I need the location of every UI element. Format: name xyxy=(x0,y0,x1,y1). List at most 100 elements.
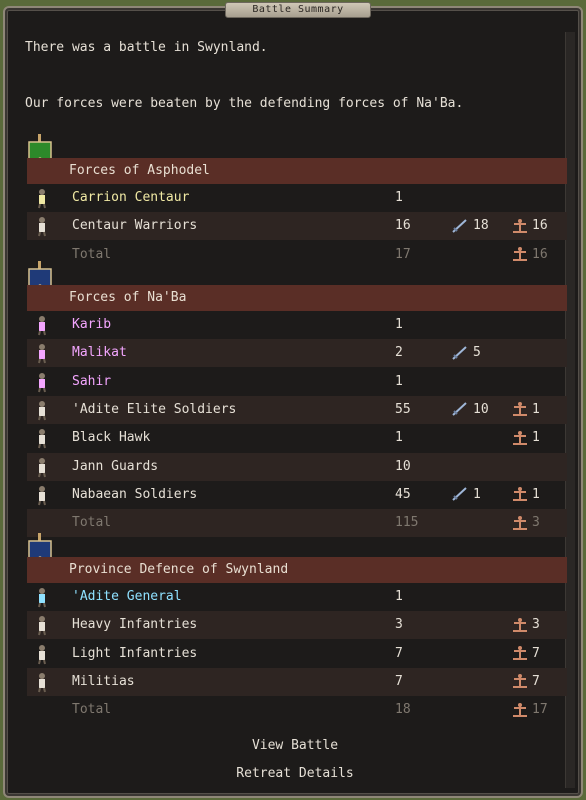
unit-name: Sahir xyxy=(72,373,112,389)
unit-icon xyxy=(31,484,53,506)
unit-row[interactable]: Centaur Warriors 16 18 16 xyxy=(27,212,567,241)
total-casualty-stat: 16 xyxy=(511,241,548,269)
unit-count: 1 xyxy=(395,373,403,389)
unit-count: 3 xyxy=(395,617,403,633)
attack-stat: 18 xyxy=(451,212,489,240)
attack-value: 10 xyxy=(473,401,489,417)
total-count: 115 xyxy=(395,515,419,531)
casualty-stat: 7 xyxy=(511,668,540,696)
total-casualty-value: 17 xyxy=(532,702,548,718)
total-row: Total 115 3 xyxy=(27,509,567,538)
unit-count: 10 xyxy=(395,458,411,474)
unit-row[interactable]: Carrion Centaur 1 xyxy=(27,184,567,212)
casualty-value: 7 xyxy=(532,645,540,661)
unit-count: 16 xyxy=(395,218,411,234)
battle-summary-window: Battle Summary There was a battle in Swy… xyxy=(3,2,585,798)
total-row: Total 17 16 xyxy=(27,241,567,269)
attack-value: 5 xyxy=(473,345,481,361)
group-title: Forces of Asphodel xyxy=(69,163,210,178)
retreat-details-button[interactable]: Retreat Details xyxy=(5,766,585,781)
total-label: Total xyxy=(72,246,112,262)
unit-icon xyxy=(31,314,53,336)
casualty-value: 16 xyxy=(532,218,548,234)
unit-count: 1 xyxy=(395,589,403,604)
casualty-icon xyxy=(513,674,527,689)
total-label: Total xyxy=(72,702,112,718)
unit-row[interactable]: 'Adite General 1 xyxy=(27,583,567,611)
unit-icon xyxy=(31,187,53,209)
unit-name: 'Adite General xyxy=(72,589,182,604)
unit-count: 7 xyxy=(395,673,403,689)
unit-icon xyxy=(31,371,53,393)
unit-name: Centaur Warriors xyxy=(72,218,198,234)
unit-count: 1 xyxy=(395,317,403,332)
window-title: Battle Summary xyxy=(225,2,371,18)
total-count: 17 xyxy=(395,246,411,262)
unit-row[interactable]: Militias 7 7 xyxy=(27,667,567,696)
view-battle-button[interactable]: View Battle xyxy=(5,738,585,753)
casualty-stat: 1 xyxy=(511,481,540,509)
unit-icon xyxy=(31,614,53,636)
unit-row[interactable]: Sahir 1 xyxy=(27,368,567,396)
casualty-value: 1 xyxy=(532,401,540,417)
battle-location-text: There was a battle in Swynland. xyxy=(25,40,268,55)
casualty-icon xyxy=(513,430,527,445)
casualty-value: 1 xyxy=(532,486,540,502)
unit-count: 45 xyxy=(395,486,411,502)
unit-row[interactable]: Jann Guards 10 xyxy=(27,452,567,481)
casualty-icon xyxy=(513,402,527,417)
unit-name: Black Hawk xyxy=(72,430,151,446)
total-label: Total xyxy=(72,515,112,531)
casualty-stat: 3 xyxy=(511,611,540,639)
unit-icon xyxy=(31,456,53,478)
casualty-icon xyxy=(513,617,527,632)
attack-value: 18 xyxy=(473,218,489,234)
sword-icon xyxy=(452,346,467,360)
total-row: Total 18 17 xyxy=(27,696,567,724)
unit-count: 55 xyxy=(395,401,411,417)
casualty-icon xyxy=(513,515,527,530)
casualty-icon xyxy=(513,702,527,717)
sword-icon xyxy=(452,402,467,417)
battle-outcome-text: Our forces were beaten by the defending … xyxy=(25,96,464,111)
group-header: Province Defence of Swynland xyxy=(27,557,567,583)
casualty-icon xyxy=(513,247,527,262)
unit-row[interactable]: Malikat 2 5 xyxy=(27,339,567,368)
casualty-value: 7 xyxy=(532,673,540,689)
total-casualty-stat: 3 xyxy=(511,509,540,537)
attack-stat: 5 xyxy=(451,339,481,367)
unit-name: 'Adite Elite Soldiers xyxy=(72,401,237,417)
unit-name: Nabaean Soldiers xyxy=(72,486,198,502)
unit-name: Karib xyxy=(72,317,112,332)
unit-row[interactable]: Black Hawk 1 1 xyxy=(27,424,567,452)
casualty-icon xyxy=(513,646,527,661)
casualty-stat: 1 xyxy=(511,424,540,452)
unit-icon xyxy=(31,215,53,237)
total-casualty-stat: 17 xyxy=(511,696,548,724)
unit-row[interactable]: 'Adite Elite Soldiers 55 10 1 xyxy=(27,395,567,424)
group-title: Forces of Na'Ba xyxy=(69,290,187,305)
unit-name: Light Infantries xyxy=(72,645,198,661)
unit-name: Heavy Infantries xyxy=(72,617,198,633)
sword-icon xyxy=(452,219,467,233)
casualty-stat: 1 xyxy=(511,396,540,424)
casualty-stat: 7 xyxy=(511,640,540,668)
total-casualty-value: 16 xyxy=(532,246,548,262)
unit-icon xyxy=(31,671,53,693)
casualty-icon xyxy=(513,218,527,233)
unit-row[interactable]: Light Infantries 7 7 xyxy=(27,640,567,668)
unit-row[interactable]: Heavy Infantries 3 3 xyxy=(27,611,567,640)
unit-count: 1 xyxy=(395,430,403,446)
unit-name: Malikat xyxy=(72,345,127,361)
casualty-value: 3 xyxy=(532,617,540,633)
unit-row[interactable]: Nabaean Soldiers 45 1 1 xyxy=(27,481,567,509)
unit-row[interactable]: Karib 1 xyxy=(27,311,567,339)
total-count: 18 xyxy=(395,702,411,718)
unit-count: 2 xyxy=(395,345,403,361)
unit-name: Militias xyxy=(72,673,135,689)
unit-icon xyxy=(31,643,53,665)
unit-count: 7 xyxy=(395,645,403,661)
attack-value: 1 xyxy=(473,486,481,502)
group-header: Forces of Asphodel xyxy=(27,158,567,184)
casualty-value: 1 xyxy=(532,430,540,446)
